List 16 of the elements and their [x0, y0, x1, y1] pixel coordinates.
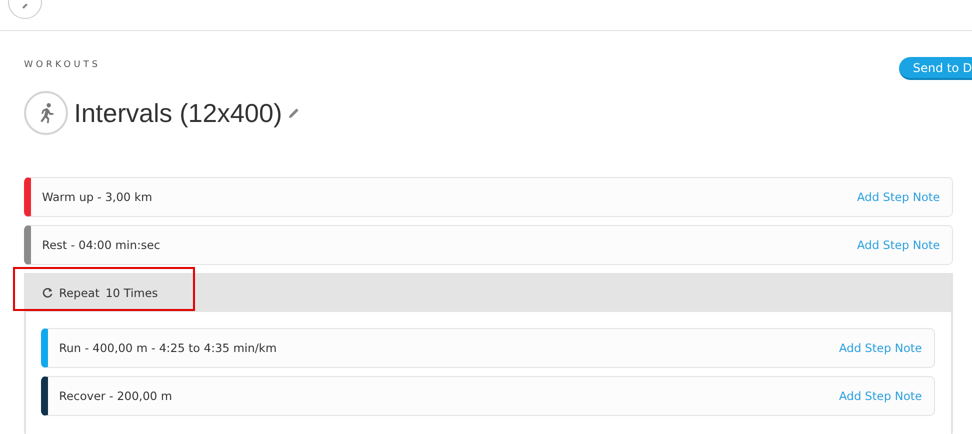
step-label: Warm up - 3,00 km — [42, 190, 152, 204]
repeat-icon — [42, 287, 53, 298]
send-button[interactable]: Send to D — [898, 57, 972, 80]
add-step-note-link[interactable]: Add Step Note — [839, 341, 922, 355]
repeat-count: 10 Times — [105, 286, 158, 300]
step-label: Rest - 04:00 min:sec — [42, 238, 160, 252]
runner-icon — [24, 91, 68, 135]
pencil-icon[interactable] — [288, 107, 300, 119]
step-label: Recover - 200,00 m — [59, 389, 172, 403]
add-step-note-link[interactable]: Add Step Note — [857, 190, 940, 204]
add-step-note-link[interactable]: Add Step Note — [857, 238, 940, 252]
add-step-note-link[interactable]: Add Step Note — [839, 389, 922, 403]
step-label: Run - 400,00 m - 4:25 to 4:35 min/km — [59, 341, 277, 355]
repeat-label: Repeat — [59, 286, 100, 300]
workout-title: Intervals (12x400) — [74, 98, 282, 128]
breadcrumb: WORKOUTS — [24, 60, 101, 70]
